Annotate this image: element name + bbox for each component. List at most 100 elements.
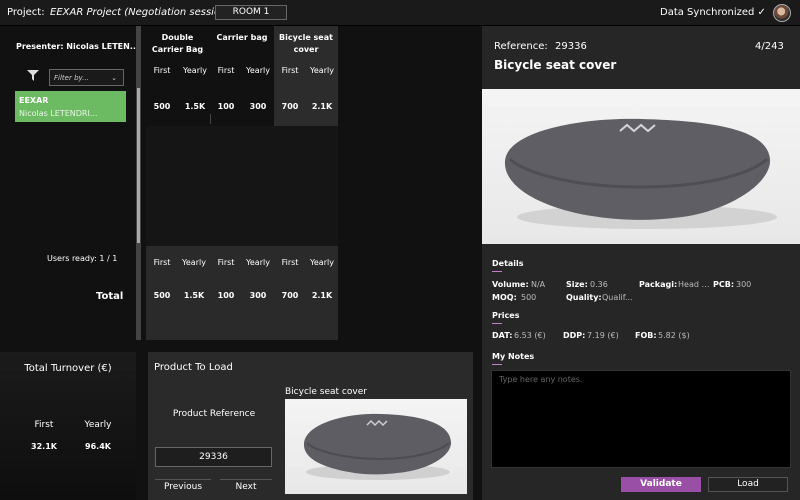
to-load-title: Product To Load: [154, 362, 233, 373]
col-first: First: [217, 258, 235, 267]
col-first: First: [281, 258, 299, 267]
volume-label: Volume:: [492, 280, 529, 289]
pcb-label: PCB:: [713, 280, 735, 289]
col-yearly: Yearly: [310, 66, 334, 75]
value-first: 700: [281, 102, 299, 111]
table-body: [146, 126, 338, 246]
moq-label: MOQ:: [492, 293, 517, 302]
size-value: 0.36: [590, 280, 608, 289]
size-label: Size:: [566, 280, 588, 289]
quality-label: Quality:: [566, 293, 602, 302]
fob-label: FOB:: [635, 331, 657, 340]
notes-header: My Notes: [492, 352, 535, 361]
col-first: First: [217, 66, 235, 75]
accent-line: [492, 271, 502, 272]
value-yearly: 1.5K: [184, 102, 206, 111]
users-ready: Users ready: 1 / 1: [47, 254, 118, 263]
notes-placeholder: Type here any notes.: [499, 375, 583, 384]
volume-value: N/A: [531, 280, 546, 289]
turnover-first-label: First: [34, 420, 54, 430]
product-preview-image[interactable]: [285, 399, 467, 494]
col-first: First: [153, 258, 171, 267]
preview-name: Bicycle seat cover: [285, 387, 367, 397]
sync-status: Data Synchronized ✓: [660, 7, 766, 18]
col-yearly: Yearly: [183, 66, 207, 75]
user-card[interactable]: EEXAR Nicolas LETENDRI...: [15, 91, 126, 122]
previous-button[interactable]: Previous: [155, 479, 211, 500]
project-label: Project:: [7, 7, 45, 18]
fob-value: 5.82 ($): [658, 331, 690, 340]
total-value: 2.1K: [311, 291, 333, 300]
user-subtitle: Nicolas LETENDRI...: [19, 109, 98, 118]
col-yearly: Yearly: [182, 258, 206, 267]
value-yearly: 2.1K: [311, 102, 333, 111]
product-name: Carrier bag: [216, 33, 268, 42]
dat-label: DAT:: [492, 331, 513, 340]
accent-line: [492, 323, 502, 324]
product-title: Bicycle seat cover: [494, 58, 617, 72]
pcb-value: 300: [736, 280, 752, 289]
user-name: EEXAR: [19, 96, 49, 105]
product-to-load-panel: Product To Load Product Reference 29336 …: [148, 352, 473, 500]
packaging-label: Packagi:: [639, 280, 678, 289]
prices-header: Prices: [492, 311, 520, 320]
value-first: 500: [153, 102, 171, 111]
accent-line: [492, 364, 502, 365]
turnover-yearly-label: Yearly: [84, 420, 112, 430]
scrollbar[interactable]: [136, 26, 141, 340]
product-detail-panel: Reference: 29336 4/243 Bicycle seat cove…: [482, 26, 800, 500]
top-bar: Project: EEXAR Project (Negotiation sess…: [0, 0, 800, 26]
product-name: Double Carrier Bag: [151, 33, 204, 54]
product-counter: 4/243: [755, 41, 784, 52]
presenter-label: Presenter: Nicolas LETEN...: [16, 42, 139, 51]
packaging-value: Head c...: [678, 280, 710, 289]
room-badge[interactable]: ROOM 1: [215, 5, 287, 20]
filter-input[interactable]: Filter by... ⌄: [49, 69, 124, 86]
total-value: 1.5K: [183, 291, 205, 300]
col-yearly: Yearly: [310, 258, 334, 267]
total-value: 100: [217, 291, 235, 300]
total-value: 500: [153, 291, 171, 300]
filter-icon[interactable]: [27, 70, 39, 84]
col-first: First: [281, 66, 299, 75]
ddp-label: DDP:: [563, 331, 586, 340]
total-value: 700: [281, 291, 299, 300]
total-label: Total: [96, 291, 124, 302]
product-name: Bicycle seat cover: [279, 33, 333, 54]
col-first: First: [153, 66, 171, 75]
chevron-down-icon: ⌄: [111, 74, 117, 82]
participants-panel: Presenter: Nicolas LETEN... Filter by...…: [0, 26, 473, 340]
moq-value: 500: [521, 293, 537, 302]
product-column: Carrier bag First Yearly 100 300: [210, 26, 274, 126]
product-column-selected[interactable]: Bicycle seat cover First Yearly 700 2.1K: [274, 26, 338, 126]
next-button[interactable]: Next: [220, 479, 272, 500]
product-reference-label: Product Reference: [172, 409, 256, 419]
avatar[interactable]: [773, 4, 791, 22]
turnover-panel: Total Turnover (€) First Yearly 32.1K 96…: [0, 352, 136, 500]
notes-input[interactable]: Type here any notes.: [491, 370, 791, 468]
reference-label: Reference:: [494, 41, 548, 52]
value-yearly: 300: [249, 102, 267, 111]
product-column: Double Carrier Bag First Yearly 500 1.5K: [146, 26, 209, 126]
project-name: EEXAR Project (Negotiation session): [50, 7, 231, 18]
column-divider: [210, 114, 211, 124]
col-yearly: Yearly: [246, 66, 270, 75]
turnover-title: Total Turnover (€): [24, 363, 112, 374]
reference-value: 29336: [555, 41, 587, 52]
ddp-value: 7.19 (€): [587, 331, 619, 340]
col-yearly: Yearly: [246, 258, 270, 267]
quality-value: Qualif...: [602, 293, 633, 302]
scrollbar-thumb[interactable]: [137, 88, 140, 243]
value-first: 100: [217, 102, 235, 111]
product-image: [482, 89, 800, 244]
total-value: 300: [249, 291, 267, 300]
dat-value: 6.53 (€): [514, 331, 546, 340]
filter-placeholder: Filter by...: [54, 74, 89, 82]
load-button[interactable]: Load: [708, 477, 788, 492]
validate-button[interactable]: Validate: [621, 477, 701, 492]
product-reference-input[interactable]: 29336: [155, 447, 272, 467]
totals-band: First Yearly First Yearly First Yearly 5…: [146, 246, 338, 340]
turnover-first-value: 32.1K: [31, 442, 57, 451]
details-header: Details: [492, 259, 524, 268]
turnover-yearly-value: 96.4K: [85, 442, 111, 451]
